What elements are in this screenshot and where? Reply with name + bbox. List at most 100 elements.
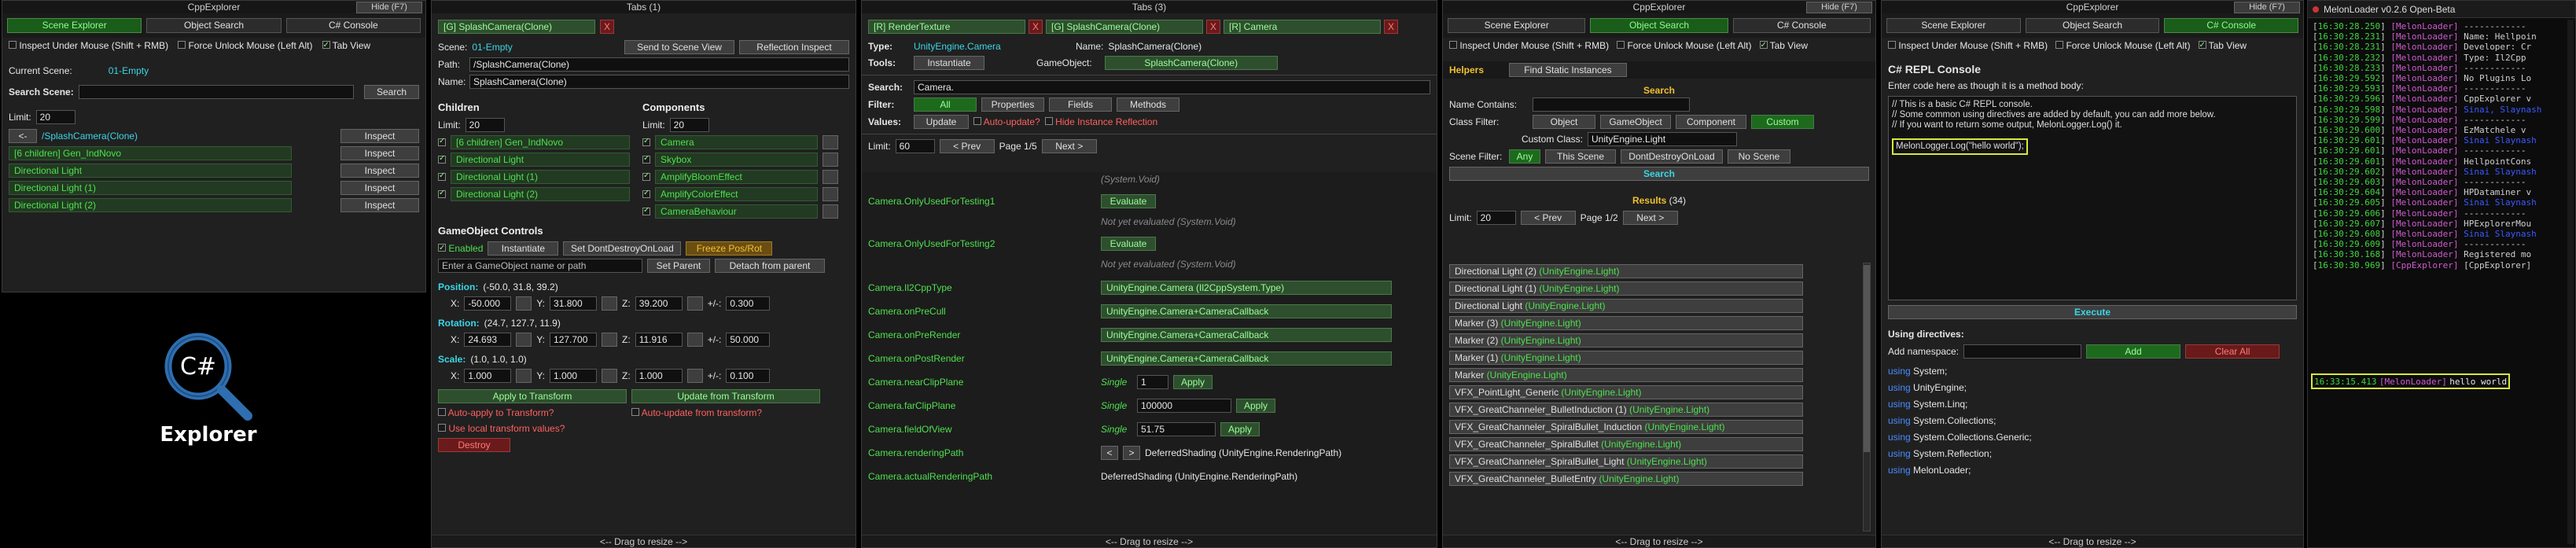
gameobject-name-input[interactable]: Enter a GameObject name or path xyxy=(438,259,642,273)
pos-y-input[interactable]: 31.800 xyxy=(550,296,598,311)
checkbox-icon[interactable] xyxy=(642,189,650,198)
tab-splashcamera[interactable]: [G] SplashCamera(Clone) xyxy=(1046,20,1203,34)
tab-scene-explorer[interactable]: Scene Explorer xyxy=(1448,18,1586,33)
result-button[interactable]: Marker (3) (UnityEngine.Light) xyxy=(1449,316,1803,330)
results-scrollbar[interactable] xyxy=(1863,263,1871,531)
apply-button[interactable]: Apply xyxy=(1173,375,1213,389)
tab-splashcamera[interactable]: [G] SplashCamera(Clone) xyxy=(438,20,595,34)
component-button[interactable]: CameraBehaviour xyxy=(655,204,818,219)
limit-input[interactable]: 20 xyxy=(1476,211,1516,225)
result-button[interactable]: Directional Light (UnityEngine.Light) xyxy=(1449,299,1803,313)
auto-apply-toggle[interactable]: Auto-apply to Transform? xyxy=(438,406,627,419)
hide-button[interactable]: Hide (F7) xyxy=(356,2,422,13)
checkbox-icon[interactable] xyxy=(438,154,446,164)
resize-handle[interactable]: <-- Drag to resize --> xyxy=(432,535,856,547)
checkbox-icon[interactable] xyxy=(642,171,650,181)
destroy-component-button[interactable] xyxy=(822,170,838,184)
rot-z-nudge[interactable] xyxy=(686,333,703,347)
limit-input[interactable]: 60 xyxy=(895,139,935,153)
filter-methods-button[interactable]: Methods xyxy=(1117,97,1179,112)
scale-x-nudge[interactable] xyxy=(516,369,532,383)
checkbox-icon[interactable] xyxy=(642,154,650,164)
scale-y-nudge[interactable] xyxy=(602,369,618,383)
rot-x-input[interactable]: 24.693 xyxy=(464,333,512,347)
inspect-mouse-toggle[interactable]: Inspect Under Mouse (Shift + RMB) xyxy=(9,39,168,52)
result-button[interactable]: VFX_GreatChanneler_SpiralBullet_Inductio… xyxy=(1449,420,1803,434)
freeze-button[interactable]: Freeze Pos/Rot xyxy=(686,241,773,256)
children-limit-input[interactable]: 20 xyxy=(465,118,505,132)
tab-view-toggle[interactable]: Tab View xyxy=(1759,39,1808,52)
update-transform-button[interactable]: Update from Transform xyxy=(631,389,820,403)
inspect-mouse-toggle[interactable]: Inspect Under Mouse (Shift + RMB) xyxy=(1449,39,1609,52)
tab-rendertexture[interactable]: [R] RenderTexture xyxy=(868,20,1025,34)
clear-usings-button[interactable]: Clear All xyxy=(2185,344,2280,359)
scale-z-nudge[interactable] xyxy=(686,369,703,383)
class-component-button[interactable]: Component xyxy=(1676,115,1746,129)
apply-button[interactable]: Apply xyxy=(1220,422,1260,436)
scene-none-button[interactable]: No Scene xyxy=(1728,149,1790,164)
name-input[interactable]: SplashCamera(Clone) xyxy=(469,75,849,89)
checkbox-icon[interactable] xyxy=(642,206,650,215)
filter-fields-button[interactable]: Fields xyxy=(1049,97,1112,112)
auto-update-toggle[interactable]: Auto-update from transform? xyxy=(631,406,762,419)
find-static-instances-button[interactable]: Find Static Instances xyxy=(1509,63,1627,77)
component-button[interactable]: AmplifyColorEffect xyxy=(655,187,818,201)
path-input[interactable]: /SplashCamera(Clone) xyxy=(469,57,849,72)
destroy-button[interactable]: Destroy xyxy=(438,438,510,452)
rot-y-nudge[interactable] xyxy=(602,333,618,347)
pos-x-nudge[interactable] xyxy=(516,296,532,311)
tab-csharp-console[interactable]: C# Console xyxy=(1732,18,1871,33)
force-unlock-toggle[interactable]: Force Unlock Mouse (Left Alt) xyxy=(2055,39,2191,52)
resize-handle[interactable]: <-- Drag to resize --> xyxy=(862,535,1437,547)
inspect-button[interactable]: Inspect xyxy=(340,164,419,178)
destroy-component-button[interactable] xyxy=(822,204,838,219)
rot-step-input[interactable]: 50.000 xyxy=(726,333,771,347)
current-scene-value[interactable]: 01-Empty xyxy=(109,64,149,77)
filter-all-button[interactable]: All xyxy=(914,97,977,112)
scene-dontdestroy-button[interactable]: DontDestroyOnLoad xyxy=(1621,149,1723,164)
result-button[interactable]: VFX_GreatChanneler_SpiralBullet_Light (U… xyxy=(1449,454,1803,469)
window-titlebar[interactable]: CppExplorer Hide (F7) xyxy=(1443,1,1875,13)
name-contains-input[interactable] xyxy=(1533,97,1690,112)
member-value-button[interactable]: UnityEngine.Camera (Il2CppSystem.Type) xyxy=(1101,281,1392,295)
hide-button[interactable]: Hide (F7) xyxy=(2234,2,2300,13)
update-values-button[interactable]: Update xyxy=(914,115,969,129)
scene-object-button[interactable]: Directional Light xyxy=(9,164,292,178)
tab-csharp-console[interactable]: C# Console xyxy=(285,18,421,33)
child-button[interactable]: [6 children] Gen_IndNovo xyxy=(451,135,630,149)
window-titlebar[interactable]: Tabs (3) xyxy=(862,1,1437,13)
detach-button[interactable]: Detach from parent xyxy=(715,259,825,273)
hide-reflection-toggle[interactable]: Hide Instance Reflection xyxy=(1044,116,1157,128)
reflection-inspect-button[interactable]: Reflection Inspect xyxy=(739,40,849,54)
search-button[interactable]: Search xyxy=(1449,167,1869,181)
tab-csharp-console[interactable]: C# Console xyxy=(2164,18,2299,33)
gameobject-button[interactable]: SplashCamera(Clone) xyxy=(1104,56,1278,70)
value-input[interactable]: 100000 xyxy=(1137,399,1231,413)
tab-scene-explorer[interactable]: Scene Explorer xyxy=(1886,18,2021,33)
tab-object-search[interactable]: Object Search xyxy=(146,18,282,33)
pos-z-nudge[interactable] xyxy=(686,296,703,311)
tab-view-toggle[interactable]: Tab View xyxy=(2198,39,2247,52)
scale-step-input[interactable]: 0.100 xyxy=(726,369,771,383)
filter-properties-button[interactable]: Properties xyxy=(981,97,1044,112)
member-value-button[interactable]: UnityEngine.Camera+CameraCallback xyxy=(1101,328,1392,342)
tab-object-search[interactable]: Object Search xyxy=(1590,18,1728,33)
instantiate-button[interactable]: Instantiate xyxy=(914,56,984,70)
result-button[interactable]: VFX_GreatChanneler_BulletEntry (UnityEng… xyxy=(1449,472,1803,486)
enum-prev-button[interactable]: < xyxy=(1101,446,1118,460)
result-button[interactable]: VFX_GreatChanneler_SpiralBullet (UnityEn… xyxy=(1449,437,1803,451)
resize-handle[interactable]: <-- Drag to resize --> xyxy=(1443,535,1875,547)
pos-x-input[interactable]: -50.000 xyxy=(464,296,512,311)
result-button[interactable]: Marker (2) (UnityEngine.Light) xyxy=(1449,333,1803,348)
destroy-component-button[interactable] xyxy=(822,153,838,167)
child-button[interactable]: Directional Light (1) xyxy=(451,170,630,184)
console-scrollbar[interactable] xyxy=(2567,20,2574,544)
set-parent-button[interactable]: Set Parent xyxy=(647,259,710,273)
rot-y-input[interactable]: 127.700 xyxy=(550,333,598,347)
resize-handle[interactable]: <-- Drag to resize --> xyxy=(1882,535,2303,547)
pos-y-nudge[interactable] xyxy=(602,296,618,311)
window-titlebar[interactable]: Tabs (1) xyxy=(432,1,856,13)
window-titlebar[interactable]: CppExplorer Hide (F7) xyxy=(2,1,425,13)
search-scene-input[interactable] xyxy=(78,85,354,99)
scale-z-input[interactable]: 1.000 xyxy=(635,369,683,383)
